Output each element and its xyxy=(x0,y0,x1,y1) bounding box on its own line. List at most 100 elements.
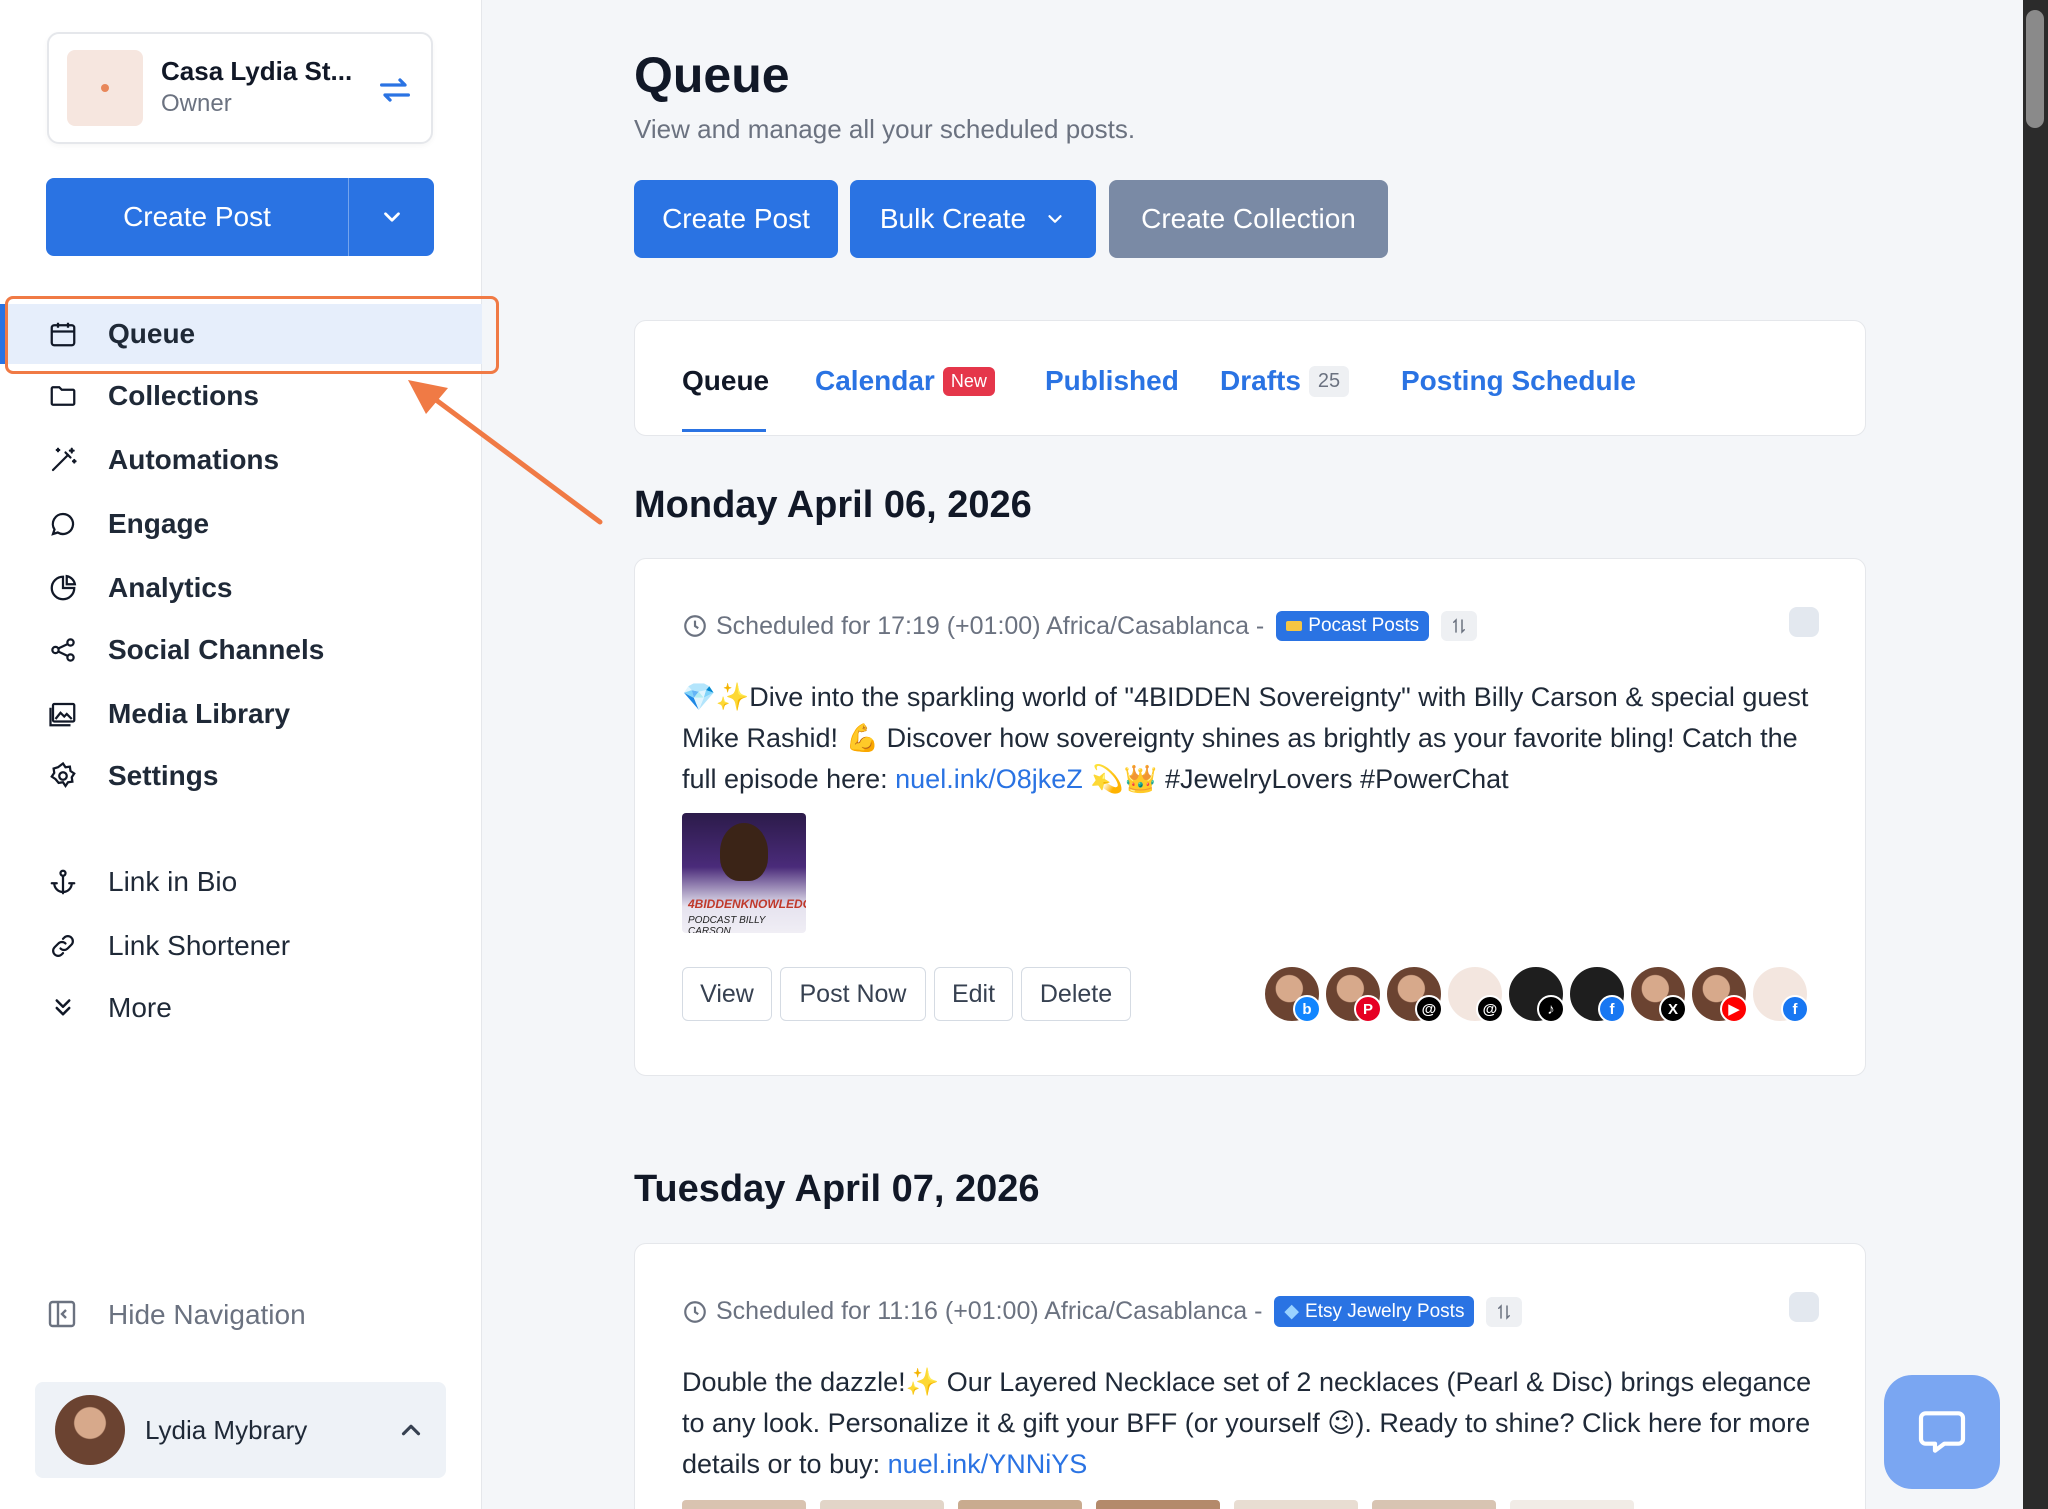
sidebar-item-analytics[interactable]: Analytics xyxy=(0,558,482,618)
chevron-up-icon xyxy=(401,1424,421,1436)
main-content: Queue View and manage all your scheduled… xyxy=(483,0,2023,1509)
clock-icon xyxy=(684,1300,706,1323)
edit-button[interactable]: Edit xyxy=(934,967,1013,1021)
sidebar: Casa Lydia St... Owner Create Post Queue… xyxy=(0,0,482,1509)
media-thumbnail[interactable] xyxy=(958,1500,1082,1509)
channel-avatar-tiktok[interactable]: ♪ xyxy=(1507,965,1565,1023)
scrollbar-track[interactable] xyxy=(2023,0,2048,1509)
day-heading: Monday April 06, 2026 xyxy=(634,484,1032,526)
double-chevron-down-icon xyxy=(46,991,80,1025)
sidebar-item-label: Automations xyxy=(108,444,280,475)
drafts-count-badge: 25 xyxy=(1308,365,1350,397)
user-menu[interactable]: Lydia Mybrary xyxy=(35,1382,446,1478)
schedule-info: Scheduled for 11:16 (+01:00) Africa/Casa… xyxy=(682,1296,1523,1327)
media-thumbnail[interactable] xyxy=(682,1500,806,1509)
channel-avatar-youtube[interactable]: ▶ xyxy=(1690,965,1748,1023)
bluesky-icon: b xyxy=(1293,995,1321,1023)
chevron-down-icon xyxy=(1048,215,1062,223)
media-thumbnail[interactable] xyxy=(1510,1500,1634,1509)
link-icon xyxy=(46,929,80,963)
media-thumbnail[interactable] xyxy=(1096,1500,1220,1509)
support-chat-button[interactable] xyxy=(1884,1375,2000,1489)
sidebar-item-label: Link Shortener xyxy=(108,930,291,961)
sidebar-item-queue[interactable]: Queue xyxy=(0,304,482,364)
workspace-switcher[interactable]: Casa Lydia St... Owner xyxy=(47,32,433,144)
post-card: Scheduled for 11:16 (+01:00) Africa/Casa… xyxy=(634,1243,1866,1509)
scrollbar-thumb[interactable] xyxy=(2026,10,2044,128)
view-button[interactable]: View xyxy=(682,967,772,1021)
workspace-logo xyxy=(67,50,143,126)
tab-posting-schedule[interactable]: Posting Schedule xyxy=(1401,365,1636,397)
workspace-role: Owner xyxy=(161,90,232,117)
threads-icon: @ xyxy=(1415,995,1443,1023)
chat-icon xyxy=(1918,1411,1966,1453)
bulk-create-button[interactable]: Bulk Create xyxy=(850,180,1096,258)
delete-button[interactable]: Delete xyxy=(1021,967,1131,1021)
sidebar-item-media-library[interactable]: Media Library xyxy=(0,684,482,744)
sidebar-item-link-shortener[interactable]: Link Shortener xyxy=(0,916,482,976)
hide-navigation-label: Hide Navigation xyxy=(108,1299,306,1330)
media-thumbnail[interactable] xyxy=(1234,1500,1358,1509)
sidebar-item-more[interactable]: More xyxy=(0,978,482,1038)
channel-avatar-pinterest[interactable]: P xyxy=(1324,965,1382,1023)
select-checkbox[interactable] xyxy=(1789,607,1819,637)
create-post-button[interactable]: Create Post xyxy=(634,180,838,258)
thumbnail-title: 4BIDDENKNOWLEDGE xyxy=(688,897,806,911)
select-checkbox[interactable] xyxy=(1789,1292,1819,1322)
channel-avatar-threads[interactable]: @ xyxy=(1446,965,1504,1023)
channel-avatar-bluesky[interactable]: b xyxy=(1263,965,1321,1023)
tab-queue[interactable]: Queue xyxy=(682,365,769,397)
day-heading: Tuesday April 07, 2026 xyxy=(634,1168,1040,1210)
tab-calendar-label: Calendar xyxy=(815,365,935,396)
collection-name: Pocast Posts xyxy=(1308,615,1420,636)
threads-icon: @ xyxy=(1476,995,1504,1023)
media-thumbnail[interactable] xyxy=(820,1500,944,1509)
channel-avatar-threads[interactable]: @ xyxy=(1385,965,1443,1023)
magic-wand-icon xyxy=(46,443,80,477)
create-post-dropdown-button[interactable] xyxy=(349,178,434,256)
sidebar-item-link-in-bio[interactable]: Link in Bio xyxy=(0,852,482,912)
share-icon xyxy=(46,633,80,667)
user-name: Lydia Mybrary xyxy=(145,1414,308,1445)
channel-avatar-x[interactable]: X xyxy=(1629,965,1687,1023)
collection-badge[interactable]: ◆ Etsy Jewelry Posts xyxy=(1274,1296,1475,1327)
post-link[interactable]: nuel.ink/YNNiYS xyxy=(888,1449,1088,1479)
reorder-icon[interactable] xyxy=(1486,1296,1523,1327)
tab-drafts[interactable]: Drafts 25 xyxy=(1220,365,1350,397)
sidebar-item-settings[interactable]: Settings xyxy=(0,746,482,806)
collection-badge[interactable]: Pocast Posts xyxy=(1276,611,1430,641)
sidebar-collapse-icon xyxy=(46,1298,80,1332)
switch-icon[interactable] xyxy=(375,70,415,110)
sidebar-item-label: More xyxy=(108,992,172,1023)
sidebar-create-post-button[interactable]: Create Post xyxy=(46,178,348,256)
media-thumbnail[interactable] xyxy=(1372,1500,1496,1509)
bulk-create-label: Bulk Create xyxy=(879,203,1027,234)
hide-navigation-button[interactable]: Hide Navigation xyxy=(46,1298,306,1332)
tab-calendar[interactable]: Calendar New xyxy=(815,365,995,397)
post-card: Scheduled for 17:19 (+01:00) Africa/Casa… xyxy=(634,558,1866,1076)
page-title: Queue xyxy=(634,47,790,103)
tab-published[interactable]: Published xyxy=(1045,365,1179,397)
pinterest-icon: P xyxy=(1354,995,1382,1023)
active-tab-indicator xyxy=(682,429,766,432)
sidebar-item-label: Collections xyxy=(108,380,259,411)
new-badge: New xyxy=(942,366,995,396)
schedule-text: Scheduled for 11:16 (+01:00) Africa/Casa… xyxy=(716,1297,1263,1325)
sidebar-item-social-channels[interactable]: Social Channels xyxy=(0,620,482,680)
anchor-icon xyxy=(46,865,80,899)
create-collection-button[interactable]: Create Collection xyxy=(1109,180,1388,258)
workspace-name: Casa Lydia St... xyxy=(161,56,353,86)
post-now-button[interactable]: Post Now xyxy=(780,967,926,1021)
post-link[interactable]: nuel.ink/O8jkeZ xyxy=(895,764,1083,794)
create-post-split-button: Create Post xyxy=(46,178,434,256)
facebook-icon: f xyxy=(1781,995,1809,1023)
schedule-info: Scheduled for 17:19 (+01:00) Africa/Casa… xyxy=(682,611,1478,641)
calendar-icon xyxy=(46,317,80,351)
post-media-thumbnail[interactable]: 4BIDDENKNOWLEDGE PODCAST BILLY CARSON xyxy=(682,813,806,933)
sidebar-item-label: Analytics xyxy=(108,572,233,603)
channel-avatar-facebook[interactable]: f xyxy=(1568,965,1626,1023)
images-icon xyxy=(46,697,80,731)
sidebar-item-label: Media Library xyxy=(108,698,291,729)
reorder-icon[interactable] xyxy=(1441,611,1478,641)
channel-avatar-facebook[interactable]: f xyxy=(1751,965,1809,1023)
